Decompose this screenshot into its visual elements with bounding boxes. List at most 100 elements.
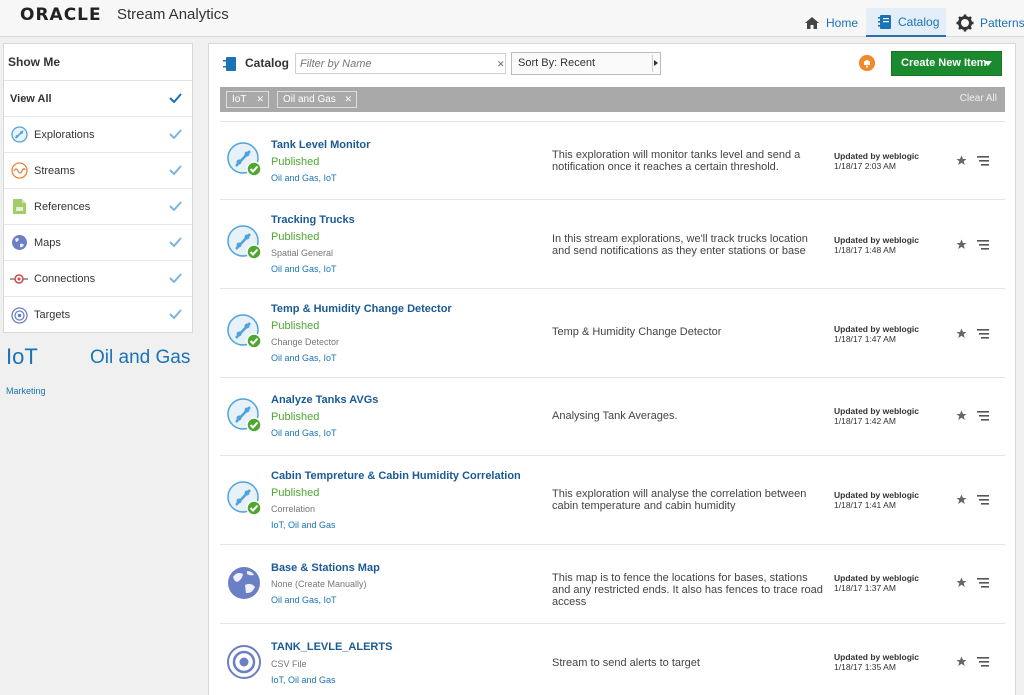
item-description: This exploration will analyse the correl…	[552, 488, 807, 512]
item-description: This exploration will monitor tanks leve…	[552, 149, 801, 173]
item-name[interactable]: Tank Level Monitor	[271, 139, 370, 151]
catalog-row[interactable]: Tracking Trucks Published Spatial Genera…	[220, 199, 1005, 288]
filter-explorations[interactable]: Explorations	[4, 117, 192, 153]
notification-icon[interactable]	[859, 55, 875, 71]
favorite-star-icon[interactable]	[956, 494, 967, 508]
check-icon	[169, 201, 182, 214]
filter-chip-oil-and-gas: Oil and Gas ✕	[277, 91, 357, 108]
nav-patterns[interactable]: Patterns	[956, 8, 1024, 37]
filter-connections[interactable]: Connections	[4, 261, 192, 297]
create-new-item-button[interactable]: Create New Item	[891, 51, 1002, 76]
catalog-row[interactable]: Cabin Tempreture & Cabin Humidity Correl…	[220, 455, 1005, 544]
clear-all-link[interactable]: Clear All	[960, 93, 997, 104]
filter-targets[interactable]: Targets	[4, 297, 192, 333]
nav-home-label: Home	[826, 15, 859, 30]
chip-label: Oil and Gas	[283, 94, 336, 105]
filter-label: Targets	[34, 309, 71, 321]
updated-by: Updated by weblogic	[834, 406, 920, 416]
item-tags[interactable]: Oil and Gas, IoT	[271, 428, 337, 438]
item-name[interactable]: Temp & Humidity Change Detector	[271, 303, 452, 315]
updated-by: Updated by weblogic	[834, 235, 920, 245]
catalog-row[interactable]: Analyze Tanks AVGs Published Oil and Gas…	[220, 377, 1005, 455]
remove-chip-icon[interactable]: ✕	[344, 92, 352, 107]
filter-references[interactable]: References	[4, 189, 192, 225]
product-name: Stream Analytics	[117, 6, 229, 23]
target-icon	[227, 644, 263, 680]
updated-by: Updated by weblogic	[834, 573, 920, 583]
app-header: ORACLE Stream Analytics Home Catalog Pat…	[0, 0, 1024, 37]
exploration-icon	[227, 314, 263, 350]
item-tags[interactable]: Oil and Gas, IoT	[271, 264, 337, 274]
target-icon	[10, 306, 28, 324]
filter-streams[interactable]: Streams	[4, 153, 192, 189]
filter-view-all[interactable]: View All	[4, 81, 192, 117]
item-status: Published	[271, 231, 320, 243]
catalog-row[interactable]: Temp & Humidity Change Detector Publishe…	[220, 288, 1005, 377]
favorite-star-icon[interactable]	[956, 577, 967, 591]
item-menu-icon[interactable]	[977, 239, 989, 253]
filter-label: Streams	[34, 164, 75, 177]
item-tags[interactable]: Oil and Gas, IoT	[271, 173, 337, 183]
stream-icon	[10, 162, 28, 180]
updated-at: 1/18/17 1:35 AM	[834, 662, 896, 672]
item-tags[interactable]: IoT, Oil and Gas	[271, 520, 336, 530]
exploration-icon	[227, 225, 263, 261]
catalog-toolbar: Catalog ✕ Sort By: Recent Create New Ite…	[209, 44, 1015, 84]
sort-caret-icon	[654, 60, 658, 66]
favorite-star-icon[interactable]	[956, 155, 967, 169]
item-tags[interactable]: Oil and Gas, IoT	[271, 353, 337, 363]
item-menu-icon[interactable]	[977, 577, 989, 591]
updated-by: Updated by weblogic	[834, 490, 920, 500]
exploration-icon	[227, 142, 263, 178]
item-name[interactable]: Cabin Tempreture & Cabin Humidity Correl…	[271, 470, 521, 482]
sort-select[interactable]: Sort By: Recent	[511, 52, 661, 75]
item-type: Spatial General	[271, 248, 334, 258]
item-updated: Updated by weblogic 1/18/17 1:41 AM	[834, 490, 919, 510]
item-tags[interactable]: IoT, Oil and Gas	[271, 675, 336, 685]
favorite-star-icon[interactable]	[956, 328, 967, 342]
globe-icon	[10, 234, 28, 252]
tag-cloud-marketing[interactable]: Marketing	[6, 386, 46, 396]
check-icon	[169, 129, 182, 142]
filter-label: View All	[10, 92, 52, 105]
clear-filter-icon[interactable]: ✕	[497, 59, 505, 70]
favorite-star-icon[interactable]	[956, 239, 967, 253]
tag-cloud-oil-and-gas[interactable]: Oil and Gas	[90, 347, 190, 369]
nav-home[interactable]: Home	[804, 8, 858, 37]
favorite-star-icon[interactable]	[956, 656, 967, 670]
item-status: Published	[271, 411, 320, 423]
catalog-icon	[878, 14, 892, 30]
item-name[interactable]: TANK_LEVLE_ALERTS	[271, 641, 392, 653]
item-menu-icon[interactable]	[977, 656, 989, 670]
nav-patterns-label: Patterns	[980, 15, 1024, 30]
item-name[interactable]: Analyze Tanks AVGs	[271, 394, 378, 406]
item-menu-icon[interactable]	[977, 155, 989, 169]
item-tags[interactable]: Oil and Gas, IoT	[271, 595, 337, 605]
create-new-item-label: Create New Item	[901, 57, 987, 69]
catalog-row[interactable]: Tank Level Monitor Published Oil and Gas…	[220, 121, 1005, 199]
catalog-list: Tank Level Monitor Published Oil and Gas…	[220, 121, 1005, 695]
filter-maps[interactable]: Maps	[4, 225, 192, 261]
exploration-icon	[227, 398, 263, 434]
item-menu-icon[interactable]	[977, 328, 989, 342]
item-menu-icon[interactable]	[977, 494, 989, 508]
item-name[interactable]: Tracking Trucks	[271, 214, 355, 226]
item-menu-icon[interactable]	[977, 410, 989, 424]
item-type: Correlation	[271, 504, 316, 514]
filter-chip-iot: IoT ✕	[226, 91, 269, 108]
catalog-row[interactable]: Base & Stations Map None (Create Manuall…	[220, 544, 1005, 623]
remove-chip-icon[interactable]: ✕	[256, 92, 264, 107]
nav-catalog[interactable]: Catalog	[866, 8, 946, 37]
check-icon	[169, 309, 182, 322]
item-type: None (Create Manually)	[271, 579, 367, 589]
filter-by-name-input[interactable]	[295, 53, 506, 74]
favorite-star-icon[interactable]	[956, 410, 967, 424]
catalog-title: Catalog	[245, 56, 290, 70]
item-name[interactable]: Base & Stations Map	[271, 562, 380, 574]
filter-label: Maps	[34, 236, 61, 249]
tag-cloud-iot[interactable]: IoT	[6, 344, 38, 370]
item-description: This map is to fence the locations for b…	[552, 572, 823, 608]
catalog-row[interactable]: TANK_LEVLE_ALERTS CSV File IoT, Oil and …	[220, 623, 1005, 695]
filter-label: Explorations	[34, 128, 95, 141]
filter-label: References	[34, 200, 91, 213]
